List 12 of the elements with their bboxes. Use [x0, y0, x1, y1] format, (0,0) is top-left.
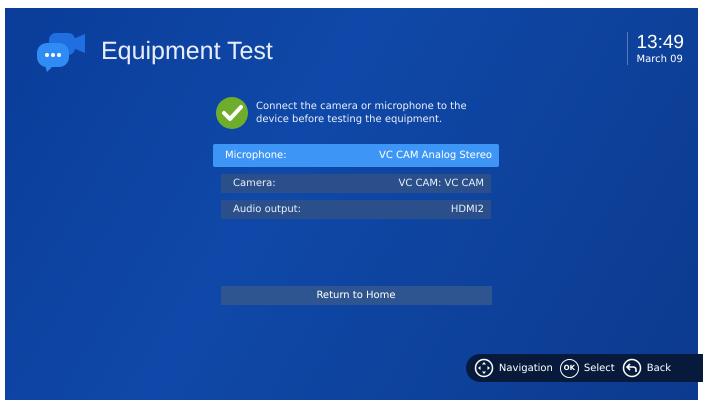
setting-row[interactable]: Audio output: HDMI2	[221, 200, 491, 219]
clock-time: 13:49	[636, 32, 684, 54]
hint-label: Back	[646, 362, 671, 374]
check-icon	[215, 96, 249, 130]
page-title: Equipment Test	[101, 36, 273, 66]
return-home-button[interactable]: Return to Home	[220, 286, 492, 305]
clock-date: March 09	[636, 54, 684, 64]
hint-label: Select	[584, 362, 615, 374]
hint-label: Navigation	[498, 362, 553, 374]
dpad-icon	[474, 358, 494, 378]
setting-row[interactable]: Camera: VC CAM: VC CAM	[221, 174, 491, 193]
notice-text: Connect the camera or microphone to the device before testing the equipment.	[256, 100, 468, 126]
